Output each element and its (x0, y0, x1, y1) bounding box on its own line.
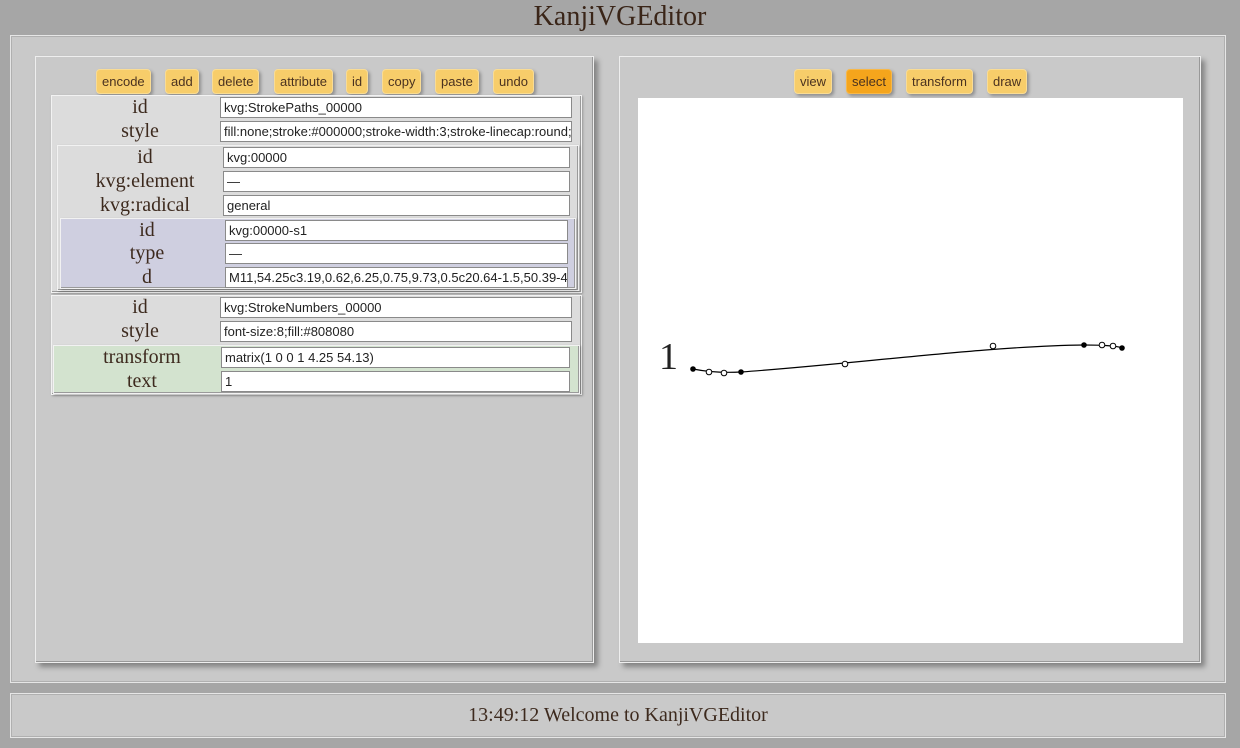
attribute-row: id kvg:00000 (58, 146, 578, 170)
kanji-group: id kvg:00000 kvg:element — kvg:radical g… (57, 145, 579, 291)
text-content-field[interactable]: 1 (221, 371, 570, 392)
attribute-toolbar: encode add delete attribute id copy past… (36, 69, 593, 94)
encode-button[interactable]: encode (96, 69, 151, 94)
path-type-field[interactable]: — (225, 243, 568, 264)
transform-mode-button[interactable]: transform (906, 69, 973, 94)
stroke-paths-group: id kvg:StrokePaths_00000 style fill:none… (51, 95, 582, 293)
attribute-label: style (121, 120, 159, 142)
control-point[interactable] (841, 360, 849, 368)
main-frame: encode add delete attribute id copy past… (10, 35, 1226, 683)
paste-button[interactable]: paste (435, 69, 479, 94)
attribute-row: kvg:element — (58, 170, 578, 194)
draw-mode-button[interactable]: draw (987, 69, 1028, 94)
delete-button[interactable]: delete (212, 69, 260, 94)
attribute-label: style (121, 320, 159, 342)
add-button[interactable]: add (165, 69, 199, 94)
group-element-field[interactable]: — (223, 171, 570, 192)
attribute-row: type — (61, 242, 575, 266)
control-point[interactable] (720, 369, 728, 377)
attribute-row: style font-size:8;fill:#808080 (52, 320, 581, 344)
status-bar: 13:49:12 Welcome to KanjiVGEditor (10, 693, 1226, 738)
select-mode-button[interactable]: select (846, 69, 892, 94)
undo-button[interactable]: undo (493, 69, 534, 94)
attribute-label: kvg:element (95, 170, 195, 192)
anchor-point[interactable] (738, 369, 744, 375)
attribute-row: transform matrix(1 0 0 1 4.25 54.13) (54, 346, 579, 370)
attribute-label: id (132, 296, 148, 318)
copy-button[interactable]: copy (382, 69, 422, 94)
group-id-field[interactable]: kvg:00000 (223, 147, 570, 168)
id-button[interactable]: id (346, 69, 369, 94)
attribute-row: style fill:none;stroke:#000000;stroke-wi… (52, 120, 581, 144)
mode-toolbar: view select transform draw (620, 69, 1200, 94)
attribute-label: id (132, 96, 148, 118)
attribute-row: id kvg:StrokePaths_00000 (52, 96, 581, 120)
attribute-label: type (129, 242, 165, 264)
app-title: KanjiVGEditor (533, 1, 707, 32)
kanji-svg: 1 (659, 336, 1125, 378)
attribute-row: id kvg:StrokeNumbers_00000 (52, 296, 581, 320)
path-group: id kvg:00000-s1 type — d M11,54.25c3.19,… (60, 218, 576, 289)
control-point[interactable] (705, 368, 713, 376)
control-point[interactable] (1109, 342, 1117, 350)
stroke-numbers-group: id kvg:StrokeNumbers_00000 style font-si… (51, 295, 582, 395)
text-transform-field[interactable]: matrix(1 0 0 1 4.25 54.13) (221, 347, 570, 368)
path-id-field[interactable]: kvg:00000-s1 (225, 220, 568, 241)
attribute-label: text (127, 370, 157, 392)
control-point[interactable] (1098, 341, 1106, 349)
view-mode-button[interactable]: view (794, 69, 833, 94)
attribute-row: text 1 (54, 370, 579, 394)
path-d-field[interactable]: M11,54.25c3.19,0.62,6.25,0.75,9.73,0.5c2… (225, 267, 568, 288)
attribute-panel: encode add delete attribute id copy past… (35, 56, 594, 663)
stroke-numbers-style-field[interactable]: font-size:8;fill:#808080 (220, 321, 572, 342)
attribute-label: id (139, 219, 155, 241)
attribute-row: id kvg:00000-s1 (61, 219, 575, 243)
text-group: transform matrix(1 0 0 1 4.25 54.13) tex… (53, 345, 580, 394)
group-radical-field[interactable]: general (223, 195, 570, 216)
attribute-label: transform (103, 346, 181, 368)
attribute-row: kvg:radical general (58, 194, 578, 218)
attribute-button[interactable]: attribute (274, 69, 333, 94)
stroke-number-label: 1 (659, 336, 678, 378)
stroke-numbers-id-field[interactable]: kvg:StrokeNumbers_00000 (220, 297, 572, 318)
attribute-label: d (142, 266, 152, 288)
stroke-paths-style-field[interactable]: fill:none;stroke:#000000;stroke-width:3;… (220, 121, 572, 142)
stroke-path[interactable] (692, 344, 1124, 373)
attribute-label: kvg:radical (100, 194, 190, 216)
control-point[interactable] (989, 342, 997, 350)
attribute-row: d M11,54.25c3.19,0.62,6.25,0.75,9.73,0.5… (61, 266, 575, 290)
anchor-point[interactable] (1081, 342, 1087, 348)
attribute-label: id (137, 146, 153, 168)
anchor-point[interactable] (690, 366, 696, 372)
anchor-point[interactable] (1119, 345, 1125, 351)
drawing-canvas[interactable]: 1 (638, 98, 1183, 643)
stroke-paths-id-field[interactable]: kvg:StrokePaths_00000 (220, 97, 572, 118)
canvas-panel: view select transform draw 1 (619, 56, 1201, 663)
